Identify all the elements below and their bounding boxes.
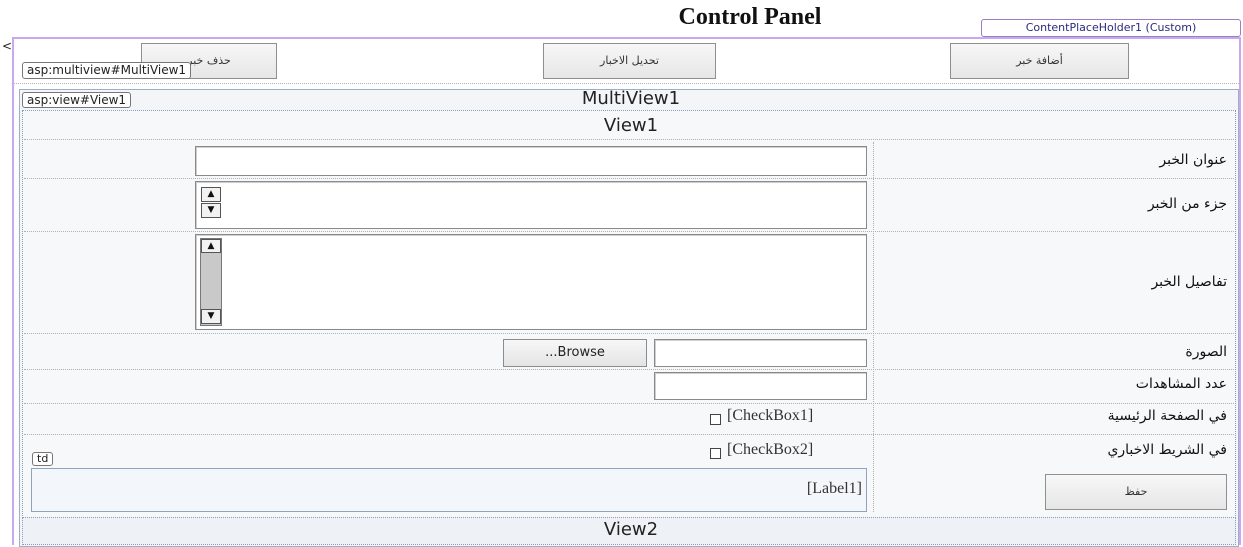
- form-column-divider: [873, 142, 874, 512]
- home-page-label: في الصفحة الرئيسية: [1107, 408, 1227, 424]
- content-placeholder-tag[interactable]: ContentPlaceHolder1 (Custom): [981, 19, 1241, 37]
- edit-news-button[interactable]: تحديل الاخبار: [543, 43, 716, 79]
- row-divider: [24, 434, 1234, 435]
- browse-button[interactable]: ...Browse: [503, 339, 647, 367]
- add-news-button[interactable]: أضافة خبر: [950, 43, 1129, 79]
- checkbox2-caption: [CheckBox2]: [727, 441, 814, 458]
- view2-title: View2: [603, 519, 659, 540]
- news-details-textarea[interactable]: [195, 234, 867, 330]
- image-label: الصورة: [1185, 344, 1227, 360]
- scroll-down-icon[interactable]: ▼: [201, 203, 221, 218]
- checkbox1-caption: [CheckBox1]: [727, 407, 814, 424]
- multiview-title: MultiView1: [581, 88, 681, 109]
- row-divider: [24, 333, 1234, 334]
- news-ticker-label: في الشريط الاخباري: [1107, 442, 1227, 458]
- views-count-input[interactable]: [654, 372, 867, 400]
- image-file-input[interactable]: [654, 339, 867, 367]
- row-divider: [24, 178, 1234, 179]
- row-divider: [24, 369, 1234, 370]
- scroll-up-icon[interactable]: ▲: [201, 187, 221, 202]
- toolbar-divider: [14, 83, 1239, 84]
- news-ticker-checkbox[interactable]: [710, 448, 721, 459]
- home-page-checkbox[interactable]: [710, 414, 721, 425]
- save-button[interactable]: حفظ: [1045, 474, 1227, 510]
- collapse-icon[interactable]: <: [2, 40, 12, 54]
- views-count-label: عدد المشاهدات: [1135, 376, 1227, 392]
- scroll-down-icon[interactable]: ▼: [201, 309, 221, 324]
- multiview-design-tag: asp:multiview#MultiView1: [22, 62, 192, 79]
- view-design-tag: asp:view#View1: [22, 92, 132, 108]
- scroll-up-icon[interactable]: ▲: [201, 239, 221, 253]
- row-divider: [24, 231, 1234, 232]
- news-title-label: عنوان الخبر: [1159, 152, 1227, 168]
- page-title: Control Panel: [678, 4, 822, 30]
- label1-text: [Label1]: [806, 480, 862, 497]
- news-details-label: تفاصيل الخبر: [1151, 274, 1227, 290]
- news-excerpt-textarea[interactable]: [195, 181, 867, 229]
- news-excerpt-label: جزء من الخبر: [1147, 196, 1227, 212]
- label1-cell: [31, 468, 867, 512]
- row-divider: [24, 403, 1234, 404]
- view1-title-divider: [24, 139, 1234, 140]
- news-title-input[interactable]: [195, 146, 867, 176]
- view1-title: View1: [603, 115, 659, 136]
- td-design-tag: td: [32, 452, 54, 466]
